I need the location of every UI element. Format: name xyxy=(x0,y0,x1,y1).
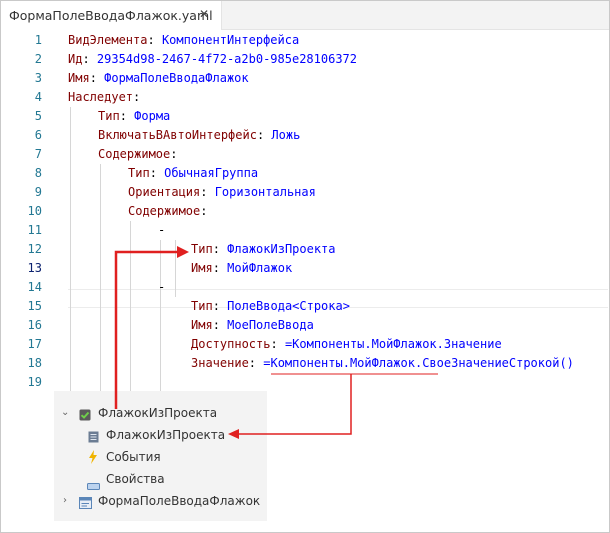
code-line: 3 Имя: ФормаПолеВводаФлажок xyxy=(0,69,608,88)
chevron-right-icon[interactable]: › xyxy=(63,491,67,511)
yaml-key: Наследует xyxy=(68,90,134,104)
yaml-key: Доступность xyxy=(191,337,271,351)
code-line: 9 Ориентация: Горизонтальная xyxy=(0,183,608,202)
form-icon xyxy=(79,495,92,515)
line-number: 13 xyxy=(27,261,42,275)
yaml-key: Ид xyxy=(68,52,83,66)
yaml-value: МойФлажок xyxy=(227,261,293,275)
tab-yaml-file[interactable]: ФормаПолеВводаФлажок.yaml ✕ xyxy=(1,1,222,30)
yaml-key: Ориентация xyxy=(128,185,201,199)
code-line: 11 - xyxy=(0,221,608,240)
yaml-key: Тип xyxy=(191,242,213,256)
yaml-key: Тип xyxy=(191,299,213,313)
line-number: 4 xyxy=(34,90,42,104)
tab-title: ФормаПолеВводаФлажок.yaml xyxy=(9,8,213,23)
yaml-value: ПолеВвода<Строка> xyxy=(227,299,350,313)
yaml-key: Тип xyxy=(128,166,150,180)
yaml-value: Форма xyxy=(134,109,171,123)
line-number: 9 xyxy=(34,185,42,199)
line-number: 1 xyxy=(34,33,42,47)
line-number: 7 xyxy=(34,147,42,161)
tab-bar: ФормаПолеВводаФлажок.yaml ✕ xyxy=(1,1,609,30)
yaml-value: КомпонентИнтерфейса xyxy=(161,33,300,47)
tree-item-label: ФлажокИзПроекта xyxy=(106,428,226,442)
code-line: 4 Наследует: xyxy=(0,88,608,107)
line-number: 11 xyxy=(27,223,42,237)
yaml-value: 29354d98-2467-4f72-a2b0-985e28106372 xyxy=(96,52,357,66)
code-line: 15 Тип: ПолеВвода<Строка> xyxy=(0,297,608,316)
line-number: 6 xyxy=(34,128,42,142)
tree-item-label: Свойства xyxy=(106,472,165,486)
line-number: 15 xyxy=(27,299,42,313)
line-number: 16 xyxy=(27,318,42,332)
yaml-key: Значение xyxy=(191,356,249,370)
yaml-key: Имя xyxy=(68,71,90,85)
line-number: 14 xyxy=(27,280,42,294)
line-number: 12 xyxy=(27,242,42,256)
code-line: 19 xyxy=(0,373,608,392)
yaml-key: Тип xyxy=(98,109,120,123)
code-line: 12 Тип: ФлажокИзПроекта xyxy=(0,240,608,259)
line-number: 2 xyxy=(34,52,42,66)
code-editor[interactable]: 1 ВидЭлемента: КомпонентИнтерфейса 2 Ид: 2… xyxy=(0,31,608,392)
line-number: 18 xyxy=(27,356,42,370)
code-line: 10 Содержимое: xyxy=(0,202,608,221)
code-line: 5 Тип: Форма xyxy=(0,107,608,126)
code-line: 8 Тип: ОбычнаяГруппа xyxy=(0,164,608,183)
code-line: 1 ВидЭлемента: КомпонентИнтерфейса xyxy=(0,31,608,50)
list-dash: - xyxy=(158,280,166,294)
code-line: 7 Содержимое: xyxy=(0,145,608,164)
yaml-key: ВключатьВАвтоИнтерфейс xyxy=(98,128,257,142)
code-line: 17 Доступность: =Компоненты.МойФлажок.Зна… xyxy=(0,335,608,354)
yaml-value: Горизонтальная xyxy=(214,185,316,199)
document-icon xyxy=(88,429,99,449)
list-dash: - xyxy=(158,223,166,237)
yaml-key: Содержимое xyxy=(128,204,201,218)
code-line: 13 Имя: МойФлажок xyxy=(0,259,608,278)
yaml-value: ОбычнаяГруппа xyxy=(164,166,259,180)
yaml-key: Имя xyxy=(191,318,213,332)
yaml-value: Ложь xyxy=(271,128,301,142)
component-tree: ⌄ ФлажокИзПроекта ФлажокИзПроекта Событи… xyxy=(54,391,267,521)
yaml-value: МоеПолеВвода xyxy=(227,318,314,332)
line-number: 10 xyxy=(27,204,42,218)
yaml-value: =Компоненты.МойФлажок.СвоеЗначениеСтроко… xyxy=(263,356,574,370)
line-number: 17 xyxy=(27,337,42,351)
chevron-down-icon[interactable]: ⌄ xyxy=(61,403,69,423)
yaml-value: ФормаПолеВводаФлажок xyxy=(104,71,249,85)
line-number: 19 xyxy=(27,375,42,389)
tree-item-label: ФормаПолеВводаФлажок xyxy=(98,494,261,508)
code-line: 18 Значение: =Компоненты.МойФлажок.СвоеЗн… xyxy=(0,354,608,373)
line-number: 5 xyxy=(34,109,42,123)
code-line: 16 Имя: МоеПолеВвода xyxy=(0,316,608,335)
yaml-value: =Компоненты.МойФлажок.Значение xyxy=(284,337,502,351)
yaml-key: Содержимое xyxy=(98,147,171,161)
line-number: 3 xyxy=(34,71,42,85)
yaml-key: ВидЭлемента xyxy=(68,33,148,47)
checkbox-icon xyxy=(79,407,91,427)
code-line: 14 - xyxy=(0,278,608,297)
close-icon[interactable]: ✕ xyxy=(199,7,209,21)
code-line: 6 ВключатьВАвтоИнтерфейс: Ложь xyxy=(0,126,608,145)
tree-item-label: ФлажокИзПроекта xyxy=(98,406,218,420)
tree-item-label: События xyxy=(106,450,161,464)
lightning-icon xyxy=(88,450,98,470)
line-number: 8 xyxy=(34,166,42,180)
code-line: 2 Ид: 29354d98-2467-4f72-a2b0-985e2810637… xyxy=(0,50,608,69)
yaml-value: ФлажокИзПроекта xyxy=(227,242,336,256)
yaml-key: Имя xyxy=(191,261,213,275)
